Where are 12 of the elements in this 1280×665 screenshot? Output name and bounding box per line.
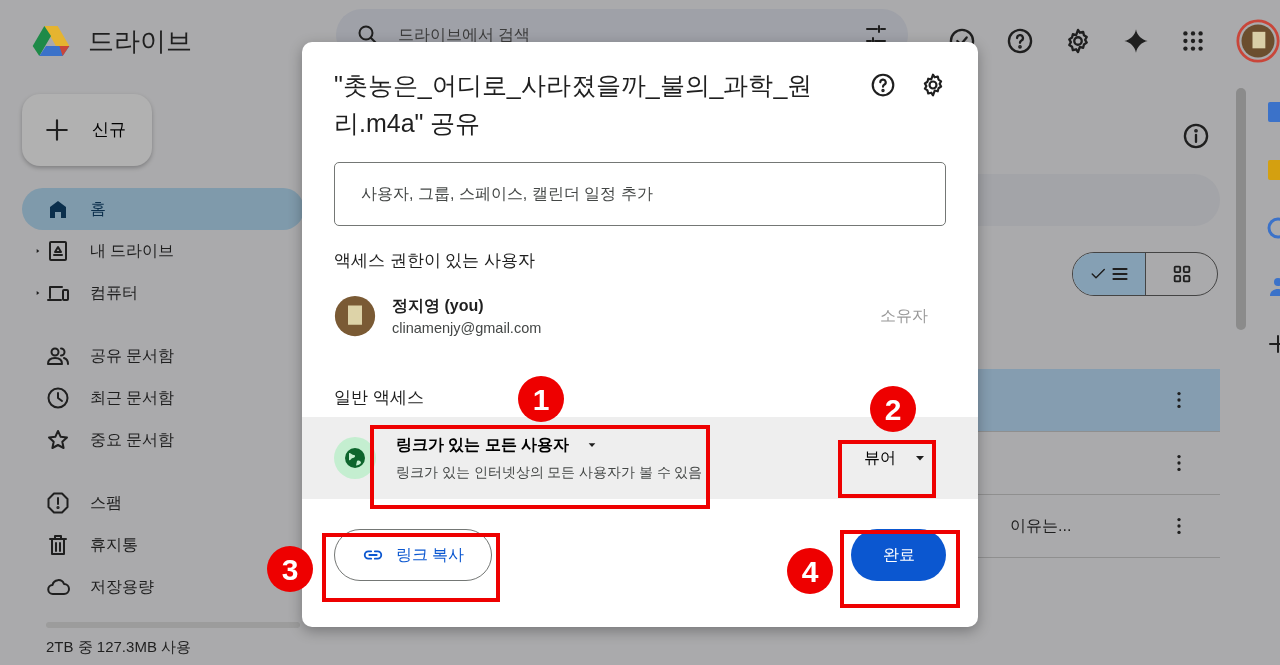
person-role: 소유자	[880, 306, 928, 327]
person-name: 정지영 (you)	[392, 295, 485, 316]
section-heading: 액세스 권한이 있는 사용자	[334, 250, 536, 272]
section-heading: 일반 액세스	[334, 387, 424, 410]
search-placeholder: 드라이브에서 검색	[397, 25, 532, 45]
storage-text: 2TB 중 127.3MB 사용	[46, 637, 193, 657]
access-description: 링크가 있는 인터넷상의 모든 사용자가 볼 수 있음	[396, 463, 703, 482]
dialog-title: "촛농은_어디로_사라졌을까_불의_과학_원리.m4a" 공유	[334, 70, 814, 139]
step-badge: 3	[267, 546, 313, 592]
app-name: 드라이브	[88, 24, 192, 58]
file-name: 이유는...	[1010, 516, 1072, 536]
person-email: clinamenjy@gmail.com	[392, 318, 542, 338]
